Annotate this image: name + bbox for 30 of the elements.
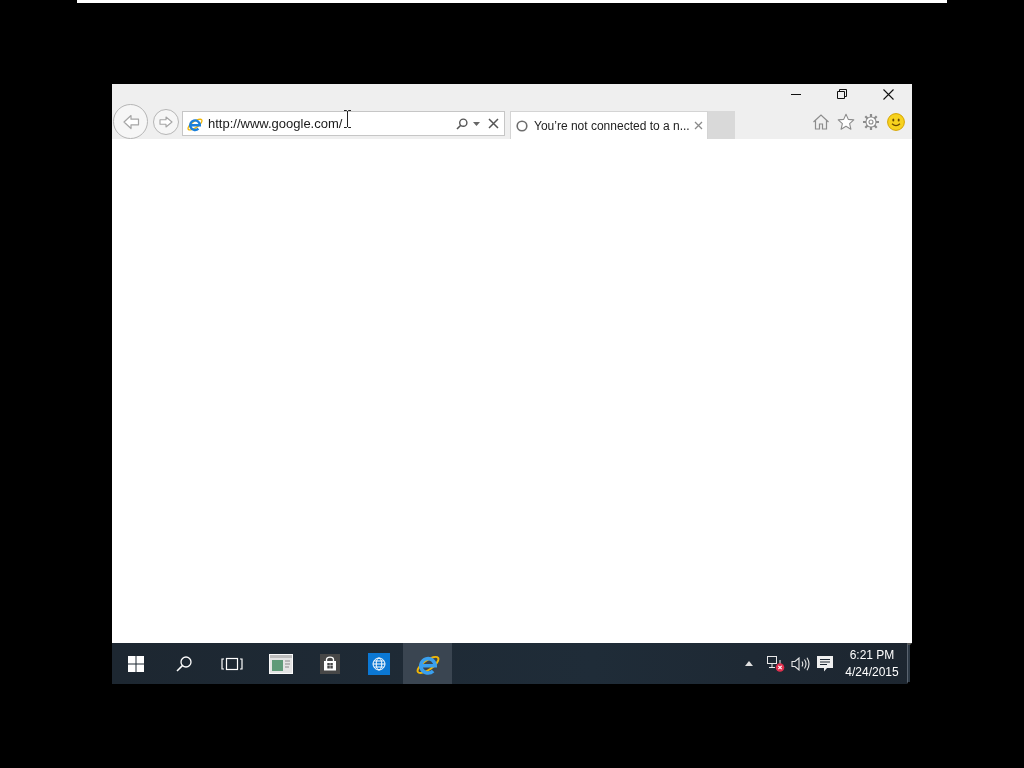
settings-icon[interactable]: [862, 112, 880, 131]
task-view-icon: [221, 656, 243, 671]
smiley-icon[interactable]: [887, 112, 905, 131]
text-cursor-icon: [344, 110, 351, 128]
minimize-icon: [791, 93, 801, 95]
url-text[interactable]: http://www.google.com/: [208, 116, 343, 131]
home-icon[interactable]: [812, 112, 830, 131]
back-arrow-icon: [121, 113, 140, 130]
close-icon[interactable]: [488, 118, 499, 129]
forward-arrow-icon: [159, 115, 173, 128]
shopping-bag-icon: [319, 653, 340, 674]
restore-icon: [837, 89, 847, 99]
network-icon[interactable]: [765, 655, 785, 672]
caret-icon[interactable]: [473, 121, 480, 126]
clock-time[interactable]: 6:21 PM: [849, 646, 895, 664]
globe-icon: [367, 652, 390, 675]
action-center-icon[interactable]: [817, 655, 833, 672]
browser-tab[interactable]: You’re not connected to a n...: [510, 111, 708, 139]
star-icon[interactable]: [837, 112, 855, 131]
address-bar[interactable]: http://www.google.com/: [182, 111, 505, 136]
close-icon: [882, 88, 894, 100]
windows-logo-icon: [128, 655, 144, 672]
search-icon: [176, 655, 192, 672]
search-icon[interactable]: [456, 117, 468, 130]
close-icon[interactable]: [694, 121, 703, 130]
show-desktop-button[interactable]: [907, 643, 912, 684]
clock-date[interactable]: 4/24/2015: [845, 663, 899, 681]
chevron-up-icon[interactable]: [745, 661, 753, 666]
volume-icon[interactable]: [790, 656, 810, 671]
app-window-icon: [268, 653, 293, 674]
